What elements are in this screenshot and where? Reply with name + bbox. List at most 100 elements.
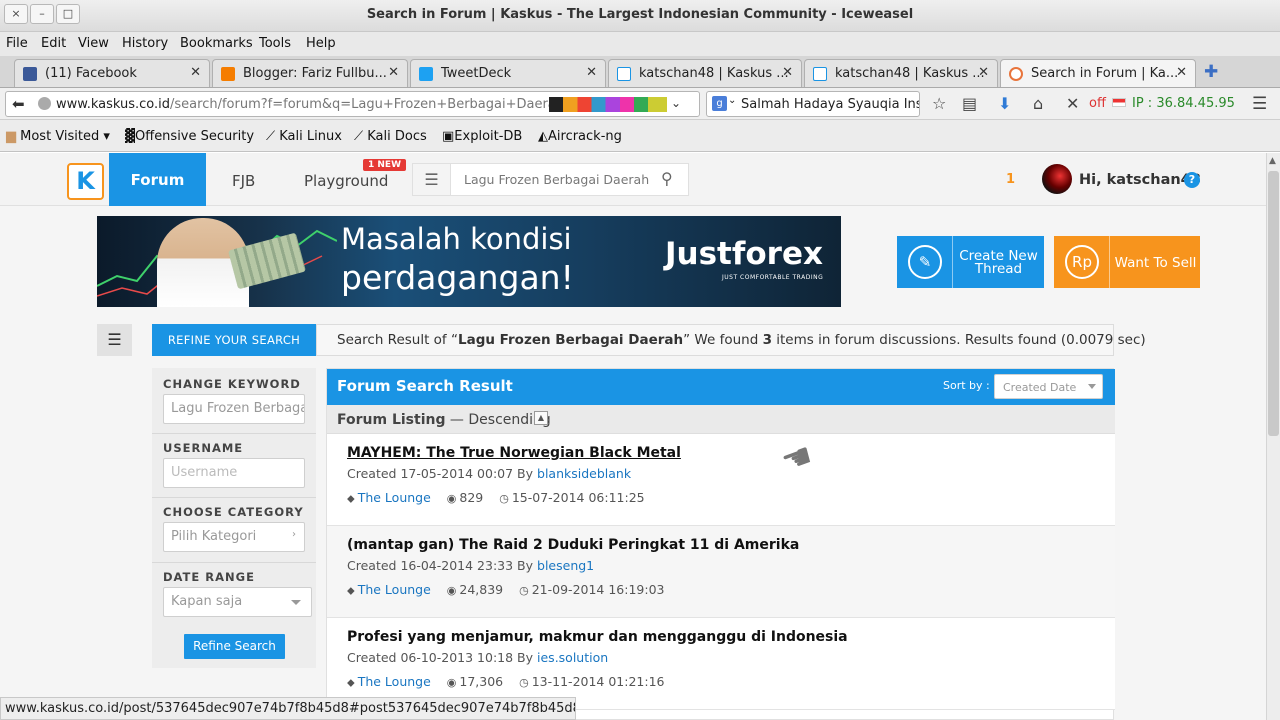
refine-search-tab[interactable]: REFINE YOUR SEARCH <box>152 324 316 356</box>
keyword-input[interactable]: Lagu Frozen Berbagai Daerah <box>163 394 305 424</box>
bookmark-kali-linux[interactable]: ⟋ Kali Linux <box>266 129 342 144</box>
addon-icons[interactable] <box>549 97 667 112</box>
download-icon[interactable]: ⬇ <box>998 94 1011 113</box>
url-bar[interactable]: ⬅ www.kaskus.co.id/search/forum?f=forum&… <box>5 91 700 117</box>
ip-address: IP : 36.84.45.95 <box>1132 96 1235 111</box>
bookmark-aircrack-ng[interactable]: ◭Aircrack-ng <box>538 129 622 144</box>
bookmark-most-visited[interactable]: ▆ Most Visited ▾ <box>6 129 110 144</box>
thread-title-link[interactable]: Profesi yang menjamur, makmur dan mengga… <box>347 629 848 645</box>
author-link[interactable]: blanksideblank <box>537 466 631 481</box>
sort-select[interactable]: Created Date <box>994 374 1103 399</box>
kaskus-search-box[interactable]: ☰ Lagu Frozen Berbagai Daerah ⚲ <box>412 163 689 196</box>
aircrack-icon: ◭ <box>538 129 548 144</box>
new-tab-icon[interactable]: ✚ <box>1204 62 1218 82</box>
banner-tagline: JUST COMFORTABLE TRADING <box>722 274 824 281</box>
user-greeting[interactable]: Hi, katschan48 <box>1079 172 1201 188</box>
banner-headline-2: perdagangan! <box>341 258 574 297</box>
refine-sidebar: CHANGE KEYWORD Lagu Frozen Berbagai Daer… <box>152 368 316 668</box>
bookmark-kali-docs[interactable]: ⟋ Kali Docs <box>354 129 427 144</box>
kaskus-logo[interactable]: K <box>67 163 104 200</box>
scrollbar-thumb[interactable] <box>1268 171 1279 436</box>
status-bar-url: www.kaskus.co.id/post/537645dec907e74b7f… <box>0 697 576 720</box>
tweetdeck-icon <box>419 67 433 81</box>
listing-label: Forum Listing <box>337 412 446 428</box>
sort-by-label: Sort by : <box>943 379 990 392</box>
tab-close-icon[interactable]: ✕ <box>782 65 793 80</box>
home-icon[interactable]: ⌂ <box>1033 94 1043 113</box>
tag-icon: ⬥ <box>347 676 355 689</box>
offsec-icon: ▓ <box>125 129 135 144</box>
navigation-toolbar: ⬅ www.kaskus.co.id/search/forum?f=forum&… <box>0 88 1280 120</box>
view-count: 829 <box>459 490 484 505</box>
category-link[interactable]: The Lounge <box>358 490 431 505</box>
tab-close-icon[interactable]: ✕ <box>190 65 201 80</box>
notification-count[interactable]: 1 <box>1006 172 1015 187</box>
tab-close-icon[interactable]: ✕ <box>978 65 989 80</box>
menu-edit[interactable]: Edit <box>41 36 66 51</box>
menu-bookmarks[interactable]: Bookmarks <box>180 36 253 51</box>
author-link[interactable]: bleseng1 <box>537 558 594 573</box>
menu-history[interactable]: History <box>122 36 168 51</box>
pencil-icon: ✎ <box>908 245 942 279</box>
username-input[interactable]: Username <box>163 458 305 488</box>
tab-kaskus-2[interactable]: katschan48 | Kaskus ... ✕ <box>804 59 998 87</box>
ad-banner[interactable]: Masalah kondisi perdagangan! Justforex J… <box>97 216 841 307</box>
tab-label: Blogger: Fariz Fullbu... <box>243 66 387 81</box>
want-to-sell-button[interactable]: Rp Want To Sell <box>1054 236 1200 288</box>
bookmark-star-icon[interactable]: ☆ <box>932 94 946 113</box>
refine-search-button[interactable]: Refine Search <box>184 634 285 659</box>
help-icon[interactable]: ? <box>1184 172 1200 188</box>
tab-search-forum[interactable]: Search in Forum | Ka... ✕ <box>1000 59 1196 87</box>
category-link[interactable]: The Lounge <box>358 674 431 689</box>
engine-dropdown-icon[interactable]: ⌄ <box>728 95 736 106</box>
nav-fjb[interactable]: FJB <box>232 172 255 190</box>
thread-title-link[interactable]: MAYHEM: The True Norwegian Black Metal <box>347 445 681 461</box>
search-icon[interactable]: ⚲ <box>661 169 673 188</box>
hamburger-menu-icon[interactable]: ☰ <box>1252 94 1267 114</box>
tab-blogger[interactable]: Blogger: Fariz Fullbu... ✕ <box>212 59 408 87</box>
proxy-x-icon[interactable]: ✕ <box>1066 94 1079 113</box>
tab-facebook[interactable]: (11) Facebook ✕ <box>14 59 210 87</box>
date-range-select[interactable]: Kapan saja <box>163 587 312 617</box>
author-link[interactable]: ies.solution <box>537 650 608 665</box>
menu-file[interactable]: File <box>6 36 28 51</box>
list-icon[interactable]: ☰ <box>413 164 451 195</box>
category-select[interactable]: Pilih Kategori › <box>163 522 305 552</box>
kali-dragon-icon: ⟋ <box>354 129 364 144</box>
url-host: www.kaskus.co.id <box>56 97 171 112</box>
nav-forum[interactable]: Forum <box>109 153 206 206</box>
reading-list-icon[interactable]: ▤ <box>962 94 977 113</box>
menubar: File Edit View History Bookmarks Tools H… <box>0 32 1280 56</box>
google-plus-icon[interactable]: g <box>712 96 727 111</box>
thread-title-link[interactable]: (mantap gan) The Raid 2 Duduki Peringkat… <box>347 537 799 553</box>
tab-kaskus-1[interactable]: katschan48 | Kaskus ... ✕ <box>608 59 802 87</box>
back-arrow-icon[interactable]: ⬅ <box>12 95 25 113</box>
thread-footer: ⬥ The Lounge ◉ 829 ◷ 15-07-2014 06:11:25 <box>347 490 645 506</box>
last-post-time: 15-07-2014 06:11:25 <box>511 490 645 505</box>
bookmark-exploit-db[interactable]: ▣Exploit-DB <box>442 129 522 144</box>
collapse-up-icon[interactable]: ▲ <box>534 411 548 425</box>
tab-close-icon[interactable]: ✕ <box>1176 65 1187 80</box>
tab-tweetdeck[interactable]: TweetDeck ✕ <box>410 59 606 87</box>
kaskus-search-input[interactable]: Lagu Frozen Berbagai Daerah <box>464 172 649 187</box>
list-toggle-icon[interactable]: ☰ <box>97 324 132 356</box>
search-bar[interactable]: g ⌄ Salmah Hadaya Syauqia Ins <box>706 91 920 117</box>
date-range-label: DATE RANGE <box>163 570 255 584</box>
menu-help[interactable]: Help <box>306 36 336 51</box>
create-thread-button[interactable]: ✎ Create New Thread <box>897 236 1044 288</box>
bookmark-offensive-security[interactable]: ▓Offensive Security <box>125 129 254 144</box>
menu-tools[interactable]: Tools <box>259 36 291 51</box>
category-link[interactable]: The Lounge <box>358 582 431 597</box>
list-item: MAYHEM: The True Norwegian Black Metal C… <box>327 434 1115 526</box>
nav-playground[interactable]: Playground <box>304 172 388 190</box>
menu-view[interactable]: View <box>78 36 109 51</box>
url-dropdown-icon[interactable]: ⌄ <box>671 96 681 110</box>
avatar[interactable] <box>1042 164 1072 194</box>
scroll-up-icon[interactable]: ▲ <box>1269 156 1276 166</box>
page-scrollbar[interactable]: ▲ <box>1266 153 1280 720</box>
tab-close-icon[interactable]: ✕ <box>388 65 399 80</box>
proxy-status[interactable]: off <box>1089 96 1106 111</box>
tab-close-icon[interactable]: ✕ <box>586 65 597 80</box>
last-post-time: 13-11-2014 01:21:16 <box>531 674 665 689</box>
chevron-right-icon: › <box>292 529 296 540</box>
